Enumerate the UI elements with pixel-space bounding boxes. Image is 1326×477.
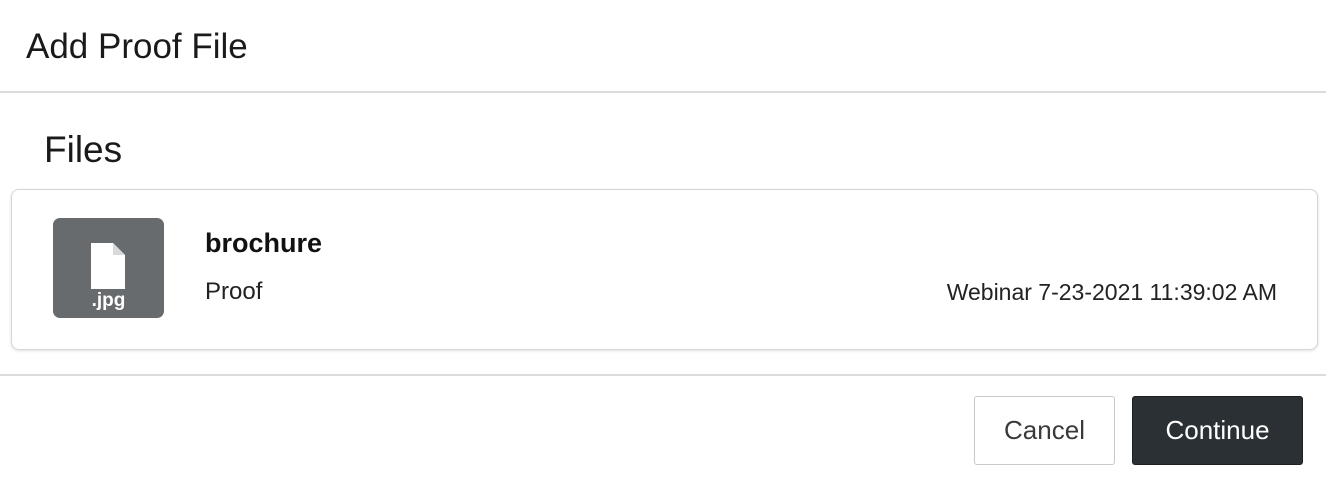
file-card[interactable]: .jpg brochure Proof Webinar 7-23-2021 11… bbox=[11, 189, 1318, 350]
dialog-footer: Cancel Continue bbox=[0, 374, 1326, 477]
file-meta: Webinar 7-23-2021 11:39:02 AM bbox=[946, 279, 1277, 305]
file-extension-label: .jpg bbox=[91, 290, 126, 311]
files-section-title: Files bbox=[44, 129, 123, 170]
dialog-header: Add Proof File bbox=[0, 0, 1326, 93]
file-thumbnail: .jpg bbox=[53, 218, 164, 318]
file-icon bbox=[91, 243, 125, 289]
continue-button[interactable]: Continue bbox=[1132, 396, 1303, 465]
file-type: Proof bbox=[205, 278, 263, 305]
file-name: brochure bbox=[205, 228, 323, 258]
cancel-button[interactable]: Cancel bbox=[974, 396, 1115, 465]
add-proof-file-dialog: Add Proof File Files .jpg brochure Proof… bbox=[0, 0, 1326, 477]
dialog-title: Add Proof File bbox=[26, 27, 248, 66]
